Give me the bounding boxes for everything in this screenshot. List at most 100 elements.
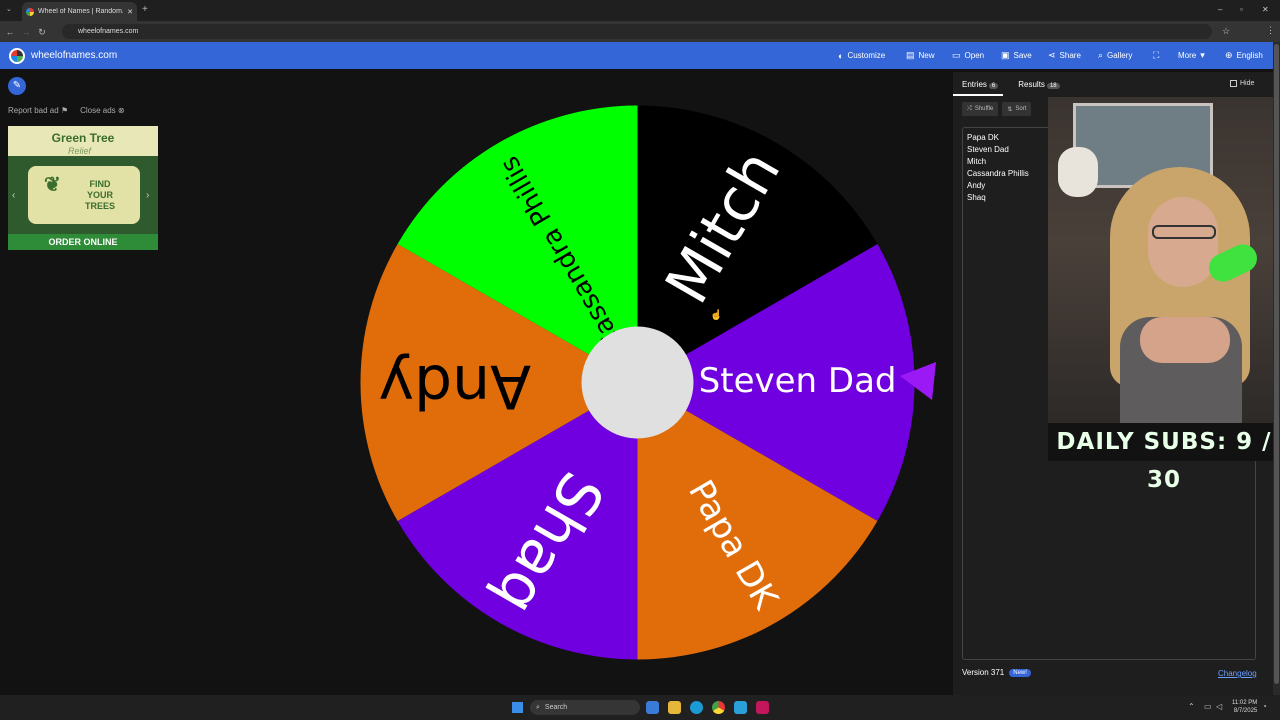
changelog-link[interactable]: Changelog (1218, 669, 1257, 678)
tab-results[interactable]: Results 18 (1018, 80, 1060, 89)
ad-next-icon[interactable]: › (146, 190, 149, 201)
streamer-glasses (1152, 225, 1216, 239)
chevron-down-icon: ▾ (1200, 50, 1205, 60)
browser-menu-icon[interactable]: ⋮ (1266, 25, 1275, 36)
menu-open[interactable]: ▭ Open (952, 42, 984, 69)
url-text: wheelofnames.com (78, 28, 139, 35)
ad-cta: ❦ FIND YOUR TREES (28, 166, 140, 224)
streamer (1110, 167, 1250, 423)
browser-tab-bar (0, 0, 1280, 21)
start-windows-icon[interactable] (512, 702, 523, 713)
sort-icon: ⇅ (1007, 106, 1013, 113)
advertisement[interactable]: Green Tree Relief ❦ FIND YOUR TREES ‹ › … (8, 126, 158, 250)
tab-entries-label: Entries (962, 80, 987, 89)
chrome-icon[interactable] (712, 701, 725, 714)
close-tab-icon[interactable]: ✕ (127, 8, 133, 16)
menu-label: New (918, 51, 935, 60)
plant-icon: ❦ (44, 174, 61, 196)
browser-tab[interactable]: Wheel of Names | Random... ✕ (22, 2, 137, 21)
results-count-badge: 18 (1046, 83, 1060, 89)
name-wheel[interactable]: Steven Dad Papa DK Shaq Andy Cassandra Phill… (360, 105, 915, 660)
share-icon: ⋖ (1048, 50, 1056, 60)
menu-more[interactable]: More ▾ (1178, 42, 1205, 69)
globe-icon: ⊕ (1225, 50, 1233, 60)
webcam-overlay (1048, 97, 1280, 423)
menu-fullscreen[interactable]: ⛶ (1153, 42, 1159, 69)
report-ad-link[interactable]: Report bad ad ⚑ (8, 106, 68, 115)
mouse-cursor-icon: ☝ (710, 310, 723, 321)
pencil-icon: ✎ (12, 80, 22, 91)
notification-bell-icon[interactable]: ◔ (1262, 702, 1267, 711)
maximize-icon[interactable]: ▫ (1240, 5, 1243, 14)
taskbar-search[interactable]: ⌕ Search (530, 700, 640, 715)
palette-icon: ◐ (838, 50, 844, 61)
new-badge: New! (1009, 668, 1031, 677)
shuffle-button[interactable]: ⤮ Shuffle (962, 102, 999, 116)
menu-language[interactable]: ⊕ English (1225, 42, 1263, 69)
folder-icon: ▭ (952, 50, 961, 60)
sort-button[interactable]: ⇅ Sort (1002, 102, 1032, 116)
ad-links: Report bad ad ⚑ Close ads ⊗ (8, 106, 125, 115)
close-window-icon[interactable]: ✕ (1262, 5, 1269, 14)
active-tab-indicator (953, 94, 1003, 96)
scrollbar-thumb[interactable] (1274, 44, 1279, 684)
notepad-icon[interactable] (734, 701, 747, 714)
favicon-icon (26, 7, 34, 16)
hide-label: Hide (1240, 80, 1255, 87)
windows-taskbar (0, 695, 1280, 720)
forward-icon[interactable]: → (20, 26, 32, 38)
tab-title: Wheel of Names | Random... (38, 8, 124, 15)
reload-icon[interactable]: ↻ (36, 26, 48, 38)
back-icon[interactable]: ← (4, 26, 16, 38)
entry-buttons: ⤮ Shuffle ⇅ Sort (962, 102, 1032, 116)
wheel-logo-icon[interactable] (9, 47, 25, 64)
edit-pencil-button[interactable]: ✎ (8, 77, 26, 95)
tab-entries[interactable]: Entries 6 (962, 80, 999, 89)
url-field[interactable]: wheelofnames.com (62, 24, 1212, 39)
daily-subs-counter: DAILY SUBS: 9 / 30 (1048, 423, 1280, 493)
menu-new[interactable]: ▤ New (906, 42, 935, 69)
wheel-svg[interactable]: Steven DadPapa DKShaqAndyCassandra Phill… (360, 105, 915, 660)
new-tab-icon[interactable]: + (142, 4, 148, 15)
file-icon: ▤ (906, 50, 915, 60)
hide-checkbox[interactable]: Hide (1230, 80, 1254, 87)
entries-count-badge: 6 (988, 83, 999, 89)
shuffle-icon: ⤮ (967, 105, 972, 112)
menu-customize[interactable]: ◐ Customize (838, 42, 885, 69)
tab-list-icon[interactable]: ⌄ (6, 5, 12, 13)
menu-save[interactable]: ▣ Save (1001, 42, 1032, 69)
menu-label: Share (1059, 51, 1081, 60)
ad-prev-icon[interactable]: ‹ (12, 190, 15, 201)
clock-time: 11:02 PM (1232, 700, 1258, 706)
menu-label: More (1178, 51, 1197, 60)
minimize-icon[interactable]: – (1218, 5, 1222, 14)
search-icon: ⌕ (536, 703, 540, 711)
close-circle-icon: ⊗ (117, 106, 125, 115)
site-name[interactable]: wheelofnames.com (31, 50, 117, 61)
bookmark-star-icon[interactable]: ☆ (1222, 26, 1230, 37)
tray-chevron-icon[interactable]: ⌃ (1188, 702, 1195, 711)
taskbar-clock[interactable]: 11:02 PM 8/7/2025 (1232, 699, 1257, 715)
copilot-icon[interactable] (646, 701, 659, 714)
taskbar-search-label: Search (544, 704, 568, 711)
network-icon[interactable]: ▭ (1204, 702, 1212, 711)
edge-icon[interactable] (690, 701, 703, 714)
version-text: Version 371 (962, 668, 1005, 677)
ad-order-online: ORDER ONLINE (8, 234, 158, 250)
menu-share[interactable]: ⋖ Share (1048, 42, 1081, 69)
wheel-center-hub[interactable] (581, 326, 694, 439)
volume-icon[interactable]: ◁ (1216, 702, 1222, 711)
close-ads-link[interactable]: Close ads ⊗ (80, 106, 125, 115)
flag-icon: ⚑ (60, 106, 69, 115)
tab-results-label: Results (1018, 80, 1045, 89)
background-figure (1058, 147, 1098, 197)
shuffle-label: Shuffle (974, 106, 994, 112)
ad-cta-text: FIND YOUR TREES (84, 178, 115, 211)
streamer-face (1148, 197, 1218, 287)
app-icon[interactable] (756, 701, 769, 714)
menu-label: Open (964, 51, 985, 60)
menu-gallery[interactable]: ⌕ Gallery (1098, 42, 1132, 69)
file-explorer-icon[interactable] (668, 701, 681, 714)
pointer-arrow-icon (900, 362, 936, 400)
search-icon: ⌕ (1098, 50, 1104, 60)
